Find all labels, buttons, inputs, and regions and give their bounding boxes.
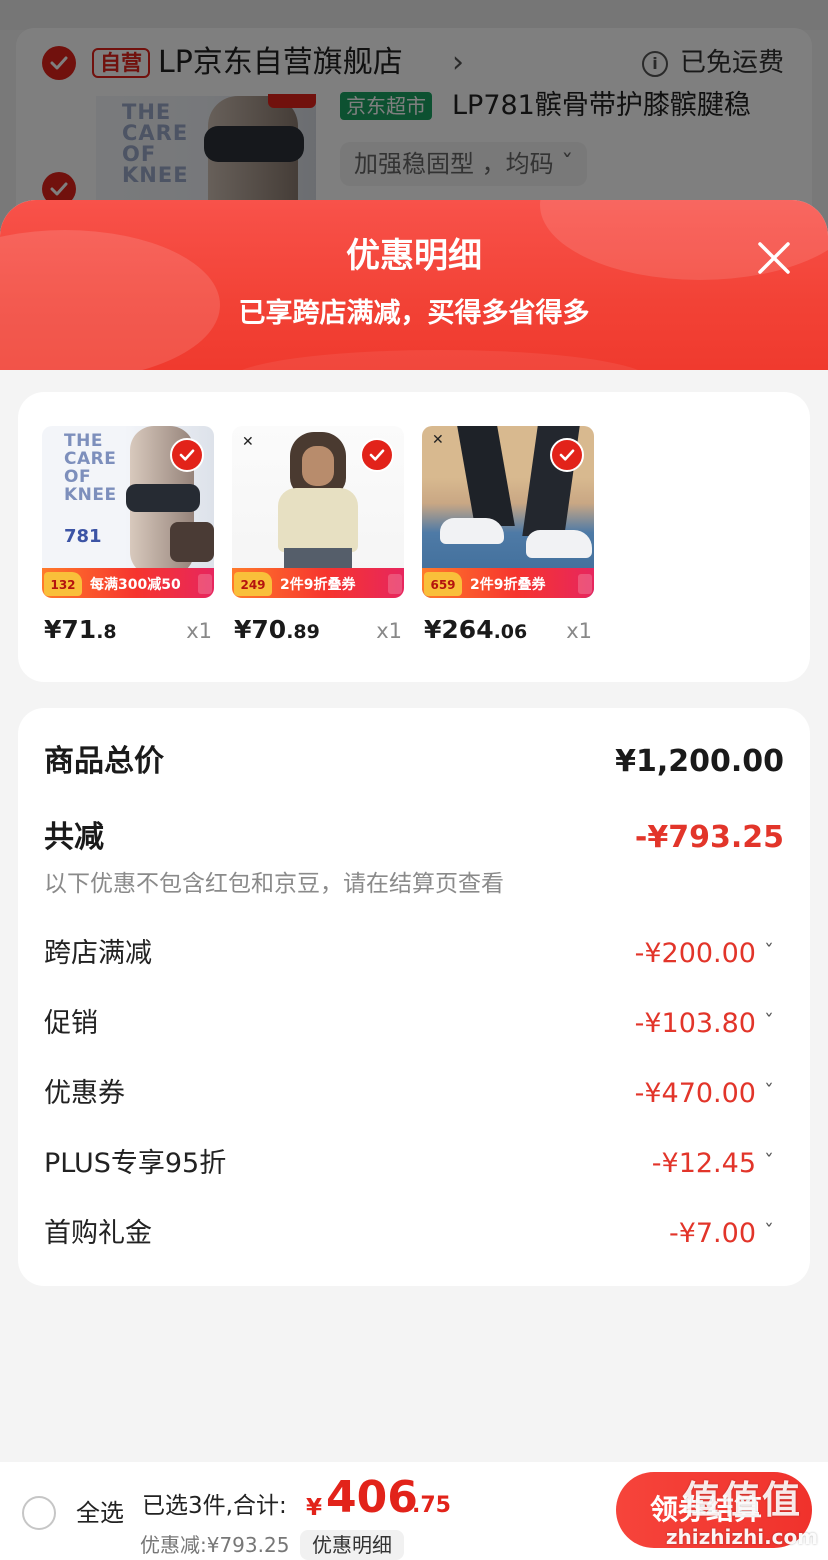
sheet-title: 优惠明细 [346, 236, 482, 276]
product-item[interactable]: THE CARE OF KNEE 781 132 每满300减50 ¥71.8 … [42, 426, 214, 644]
products-card: THE CARE OF KNEE 781 132 每满300减50 ¥71.8 … [18, 392, 810, 682]
watermark-url: zhizhizhi.com [665, 1525, 819, 1549]
product-checked-icon[interactable] [550, 438, 584, 472]
select-all-radio[interactable] [22, 1496, 56, 1530]
chevron-down-icon[interactable]: ˇ [762, 1214, 776, 1250]
product-quantity: x1 [376, 619, 402, 643]
select-all-label[interactable]: 全选 [76, 1496, 124, 1530]
total-price-value: ¥1,200.00 [615, 744, 784, 779]
price-breakdown-card: 商品总价 ¥1,200.00 共减 -¥793.25 以下优惠不包含红包和京豆，… [18, 708, 810, 1286]
product-image[interactable]: ✕ 659 2件9折叠券 [422, 426, 594, 598]
product-image-number: 781 [64, 526, 102, 547]
sheet-header: 优惠明细 已享跨店满减，买得多省得多 [0, 200, 828, 370]
watermark-logo: 值值值 [681, 1478, 802, 1522]
promo-price: 659 [424, 572, 462, 596]
discount-label: PLUS专享95折 [44, 1148, 227, 1179]
total-reduction-label: 共减 [44, 820, 104, 855]
total-currency: ¥ [306, 1495, 323, 1521]
product-checked-icon[interactable] [360, 438, 394, 472]
product-price: ¥70.89 [234, 615, 320, 644]
discount-value: -¥12.45 [651, 1148, 756, 1179]
promo-banner: 249 2件9折叠券 [232, 568, 404, 598]
close-icon[interactable] [752, 236, 796, 280]
product-checked-icon[interactable] [170, 438, 204, 472]
discount-note: 以下优惠不包含红包和京豆，请在结算页查看 [44, 871, 504, 897]
total-amount: 406 [326, 1472, 418, 1523]
chevron-down-icon[interactable]: ˇ [762, 1144, 776, 1180]
discount-value: -¥200.00 [634, 938, 756, 969]
total-amount-decimal: .75 [412, 1493, 451, 1518]
product-image[interactable]: ✕ 249 2件9折叠券 [232, 426, 404, 598]
discount-label: 优惠券 [44, 1078, 125, 1109]
product-price: ¥264.06 [424, 615, 528, 644]
selected-summary: 已选3件,合计: [142, 1493, 287, 1519]
promo-text: 2件9折叠券 [470, 577, 546, 593]
product-price: ¥71.8 [44, 615, 117, 644]
discount-label: 跨店满减 [44, 938, 152, 969]
discount-value: -¥103.80 [634, 1008, 756, 1039]
product-quantity: x1 [186, 619, 212, 643]
product-item[interactable]: ✕ 659 2件9折叠券 ¥264.06 x1 [422, 426, 594, 644]
discount-label: 首购礼金 [44, 1218, 152, 1249]
promo-price: 249 [234, 572, 272, 596]
total-price-label: 商品总价 [44, 744, 164, 779]
discount-value: -¥470.00 [634, 1078, 756, 1109]
product-image-text: THE CARE OF KNEE [64, 431, 117, 505]
product-image[interactable]: THE CARE OF KNEE 781 132 每满300减50 [42, 426, 214, 598]
chevron-down-icon[interactable]: ˇ [762, 1004, 776, 1040]
brand-logo-icon: ✕ [242, 434, 254, 450]
promo-text: 每满300减50 [90, 577, 181, 593]
promo-banner: 659 2件9折叠券 [422, 568, 594, 598]
sheet-subtitle: 已享跨店满减，买得多省得多 [238, 298, 590, 329]
product-quantity: x1 [566, 619, 592, 643]
discount-summary: 优惠减:¥793.25 [140, 1533, 290, 1557]
total-reduction-value: -¥793.25 [634, 820, 784, 855]
discount-detail-toggle[interactable]: 优惠明细 [300, 1530, 404, 1560]
brand-logo-icon: ✕ [432, 432, 444, 448]
chevron-down-icon[interactable]: ˇ [762, 1074, 776, 1110]
discount-label: 促销 [44, 1008, 98, 1039]
product-item[interactable]: ✕ 249 2件9折叠券 ¥70.89 x1 [232, 426, 404, 644]
chevron-down-icon[interactable]: ˇ [762, 934, 776, 970]
promo-text: 2件9折叠券 [280, 577, 356, 593]
discount-value: -¥7.00 [668, 1218, 756, 1249]
discount-detail-sheet: 优惠明细 已享跨店满减，买得多省得多 THE CARE OF KNEE 781 … [0, 200, 828, 1560]
promo-banner: 132 每满300减50 [42, 568, 214, 598]
site-watermark: 值值值 zhizhizhi.com [662, 1478, 822, 1560]
promo-price: 132 [44, 572, 82, 596]
